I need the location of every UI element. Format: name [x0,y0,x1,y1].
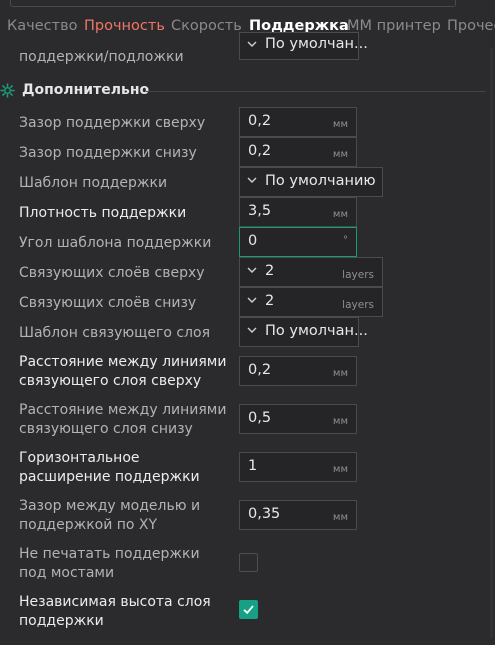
setting-label-interface-pattern: Шаблон связующего слоя [19,325,210,341]
tab-quality[interactable]: Качество [7,18,78,34]
top-gap-input[interactable]: 0,2 мм [239,107,357,137]
setting-label-bottom-interface-spacing: Расстояние между линиями связующего слоя… [19,402,227,437]
setting-label-pattern-angle: Угол шаблона поддержки [19,235,212,251]
tab-strength[interactable]: Прочность [84,18,165,34]
top-panel-edge [10,0,456,7]
tab-mm-printer[interactable]: MM принтер [347,18,441,34]
section-title: Дополнительно [22,82,150,98]
scrollbar[interactable] [490,48,493,638]
setting-label-raft: поддержки/подложки [19,49,184,65]
setting-label-independent-layer-height: Независимая высота слоя поддержки [19,594,211,629]
setting-label-top-interface-spacing: Расстояние между линиями связующего слоя… [19,354,227,389]
chevron-down-icon [247,267,257,273]
interface-pattern-combo[interactable]: По умолчан... [239,317,368,347]
gear-icon [0,83,15,98]
top-interface-spacing-input[interactable]: 0,2 мм [239,356,357,386]
support-pattern-combo[interactable]: По умолчанию [239,167,383,197]
chevron-down-icon [247,41,257,47]
chevron-down-icon [247,297,257,303]
setting-label-bottom-gap: Зазор поддержки снизу [19,145,197,161]
bottom-interface-spacing-input[interactable]: 0,5 мм [239,404,357,434]
top-interface-layers-spin[interactable]: 2 layers [239,257,383,287]
pattern-angle-input[interactable]: 0 ° [239,227,357,257]
tab-speed[interactable]: Скорость [171,18,242,34]
independent-layer-height-checkbox[interactable] [239,600,258,619]
setting-label-xy-gap: Зазор между моделью и поддержкой по XY [19,498,201,533]
setting-label-support-pattern: Шаблон поддержки [19,175,168,191]
bottom-gap-input[interactable]: 0,2 мм [239,137,357,167]
checkmark-icon [243,605,254,615]
setting-label-horizontal-expansion: Горизонтальное расширение поддержки [19,450,200,485]
setting-label-top-gap: Зазор поддержки сверху [19,115,206,131]
chevron-down-icon [247,327,257,333]
setting-label-top-interface-layers: Связующих слоёв сверху [19,265,205,281]
tab-other[interactable]: Прочее [447,18,495,34]
setting-label-support-density: Плотность поддержки [19,205,187,221]
no-bridge-support-checkbox[interactable] [239,553,258,572]
setting-label-no-bridge-support: Не печатать поддержки под мостами [19,546,200,581]
raft-pattern-combo[interactable]: По умолчан... [239,32,368,60]
section-divider [146,91,486,92]
bottom-interface-layers-spin[interactable]: 2 layers [239,287,383,317]
chevron-down-icon [247,177,257,183]
support-density-input[interactable]: 3,5 мм [239,197,357,227]
xy-gap-input[interactable]: 0,35 мм [239,500,357,530]
setting-label-bottom-interface-layers: Связующих слоёв снизу [19,295,197,311]
horizontal-expansion-input[interactable]: 1 мм [239,452,357,482]
